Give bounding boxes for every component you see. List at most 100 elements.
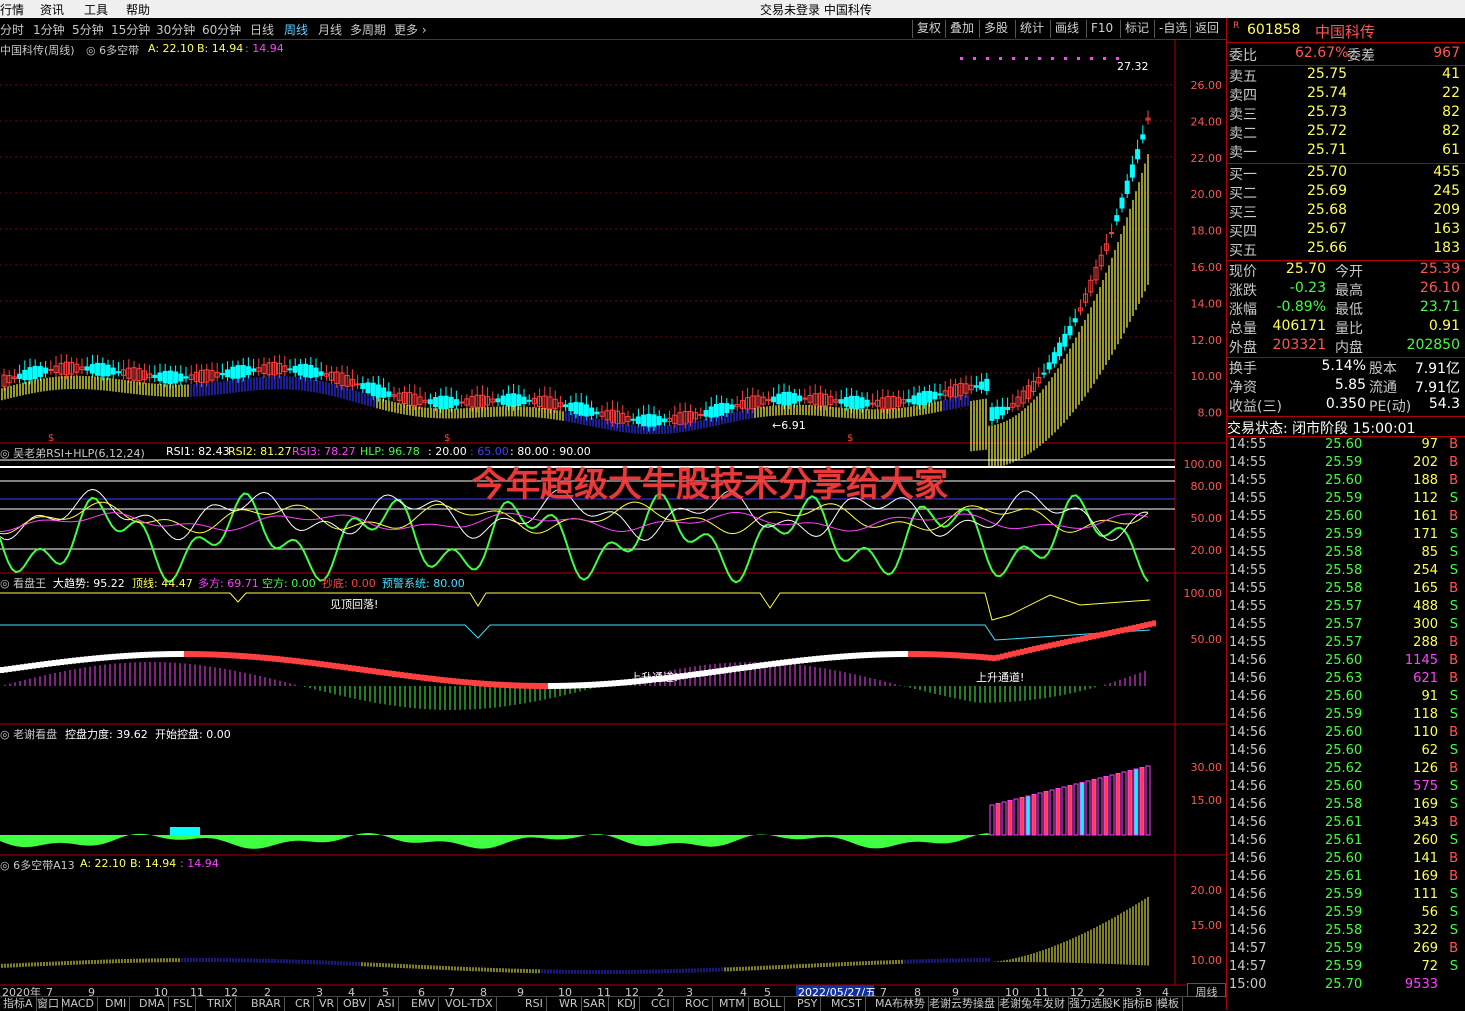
trend-block	[460, 678, 464, 685]
indicator-tab[interactable]: 老谢云势操盘	[926, 997, 999, 1011]
toolbar-button[interactable]: 画线	[1050, 20, 1083, 38]
indicator-tab[interactable]: ROC	[682, 997, 713, 1011]
control-bar	[1001, 801, 1007, 836]
candle-body	[791, 393, 797, 404]
indicator-tab[interactable]: CCI	[648, 997, 674, 1011]
indicator-tab[interactable]: SAR	[580, 997, 610, 1011]
indicator-tab[interactable]: 指标B	[1120, 997, 1157, 1011]
indicator-tab[interactable]: EMV	[408, 997, 439, 1011]
indicator-tab[interactable]: RSI	[522, 997, 547, 1011]
tick-price: 25.58	[1325, 797, 1363, 812]
indicator-tab[interactable]: MTM	[716, 997, 749, 1011]
indicator-tab[interactable]: 指标A	[0, 997, 37, 1011]
period-tab[interactable]: 60分钟	[202, 21, 241, 38]
trend-block	[200, 651, 204, 658]
trend-block	[408, 673, 412, 680]
indicator-tab[interactable]: MA布林势	[872, 997, 930, 1011]
gear-icon[interactable]: ◎	[86, 44, 99, 57]
toolbar-button[interactable]: 多股	[979, 20, 1012, 38]
tick-price: 25.59	[1325, 455, 1363, 470]
trend-block	[864, 652, 868, 659]
trend-line	[0, 592, 1151, 621]
indicator-tab[interactable]: MACD	[58, 997, 98, 1011]
panel5-name: ◎ 6多空带A13	[0, 857, 75, 873]
tick-row: 14:55 25.57 488 S	[1227, 599, 1465, 617]
trend-block	[1076, 636, 1080, 643]
indicator-tab[interactable]: WR	[556, 997, 582, 1011]
toolbar-button[interactable]: 统计	[1015, 20, 1048, 38]
chart-area[interactable]: 26.00 24.00 22.00 20.00 18.00 16.00 14.00 12.00…	[0, 40, 1226, 996]
indicator-tab[interactable]: DMA	[136, 997, 169, 1011]
trend-block	[496, 681, 500, 688]
indicator-tab[interactable]: TRIX	[204, 997, 237, 1011]
trend-block	[832, 654, 836, 661]
indicator-tab[interactable]: 老谢兔年发财	[996, 997, 1069, 1011]
toolbar-button[interactable]: -自选	[1154, 20, 1191, 38]
trend-block	[504, 682, 508, 689]
indicator-tab[interactable]: PSY	[794, 997, 822, 1011]
tick-row: 14:57 25.59 269 B	[1227, 941, 1465, 959]
x-axis-label: 12	[224, 986, 238, 996]
ask-row: 卖二 25.72 82	[1227, 123, 1465, 142]
indicator-tab[interactable]: VR	[316, 997, 339, 1011]
period-tab[interactable]: 30分钟	[156, 21, 195, 38]
indicator-tab[interactable]: BOLL	[750, 997, 786, 1011]
indicator-tab[interactable]: ASI	[374, 997, 399, 1011]
panel3-title: 看盘王	[13, 577, 47, 590]
indicator-tab[interactable]: KDJ	[614, 997, 640, 1011]
indicator-tab[interactable]: DMI	[102, 997, 131, 1011]
toolbar-button[interactable]: 返回	[1190, 20, 1223, 38]
trend-block	[996, 654, 1000, 661]
indicator-tab[interactable]: BRAR	[248, 997, 285, 1011]
indicator-tab-bar: 指标A 窗口 MACD DMI DMA FSL TRIX BRAR CR VR OBV ASI EMV V…	[0, 996, 1226, 1011]
indicator-tab[interactable]: CR	[292, 997, 315, 1011]
bid-row: 买一 25.70 455	[1227, 164, 1465, 183]
gear-icon[interactable]: ◎	[0, 859, 13, 872]
gear-icon[interactable]: ◎	[0, 447, 13, 460]
indicator-tab[interactable]: OBV	[340, 997, 371, 1011]
menu-item[interactable]: 工具	[84, 1, 108, 18]
candle-body	[724, 403, 730, 414]
indicator-tab[interactable]: 模板	[1154, 997, 1183, 1011]
period-tab[interactable]: 1分钟	[33, 21, 65, 38]
period-tab-more[interactable]: 更多 ›	[394, 21, 427, 38]
candle-body	[1051, 352, 1057, 364]
trend-block	[820, 655, 824, 662]
ask-volume: 61	[1442, 142, 1460, 158]
period-tab[interactable]: 分时	[0, 21, 24, 38]
period-tab-active[interactable]: 周线	[284, 21, 308, 38]
trend-block	[912, 651, 916, 658]
tick-side: S	[1449, 563, 1458, 578]
menu-item[interactable]: 帮助	[126, 1, 150, 18]
gear-icon[interactable]: ◎	[0, 728, 13, 741]
x-axis-label: 11	[597, 986, 611, 996]
menu-item[interactable]: 行情	[0, 1, 24, 18]
signal-marker: $	[847, 433, 853, 444]
trend-block	[136, 652, 140, 659]
period-tab[interactable]: 月线	[318, 21, 342, 38]
tick-time: 14:56	[1229, 653, 1267, 668]
toolbar-button[interactable]: 复权	[912, 20, 945, 38]
stat-row: 外盘 203321 内盘 202850	[1227, 337, 1465, 356]
trend-block	[744, 664, 748, 671]
toolbar-button[interactable]: 标记	[1120, 20, 1153, 38]
period-tab[interactable]: 日线	[250, 21, 274, 38]
toolbar-button[interactable]: F10	[1086, 20, 1117, 38]
gear-icon[interactable]: ◎	[0, 577, 13, 590]
indicator-tab[interactable]: MCST	[828, 997, 866, 1011]
menu-item[interactable]: 资讯	[40, 1, 64, 18]
period-tab[interactable]: 多周期	[350, 21, 386, 38]
candle-body	[313, 367, 319, 378]
toolbar-button[interactable]: 叠加	[945, 20, 978, 38]
tick-row: 14:55 25.58 85 S	[1227, 545, 1465, 563]
period-tab[interactable]: 5分钟	[72, 21, 104, 38]
indicator-tab[interactable]: 强力选股K	[1066, 997, 1125, 1011]
tick-time: 14:57	[1229, 941, 1267, 956]
trend-block	[548, 682, 552, 689]
period-tab[interactable]: 15分钟	[111, 21, 150, 38]
indicator-tab[interactable]: FSL	[170, 997, 197, 1011]
candle-body	[843, 397, 849, 407]
indicator-tab[interactable]: VOL-TDX	[442, 997, 497, 1011]
trend-block	[1000, 653, 1004, 660]
trend-block	[404, 672, 408, 679]
